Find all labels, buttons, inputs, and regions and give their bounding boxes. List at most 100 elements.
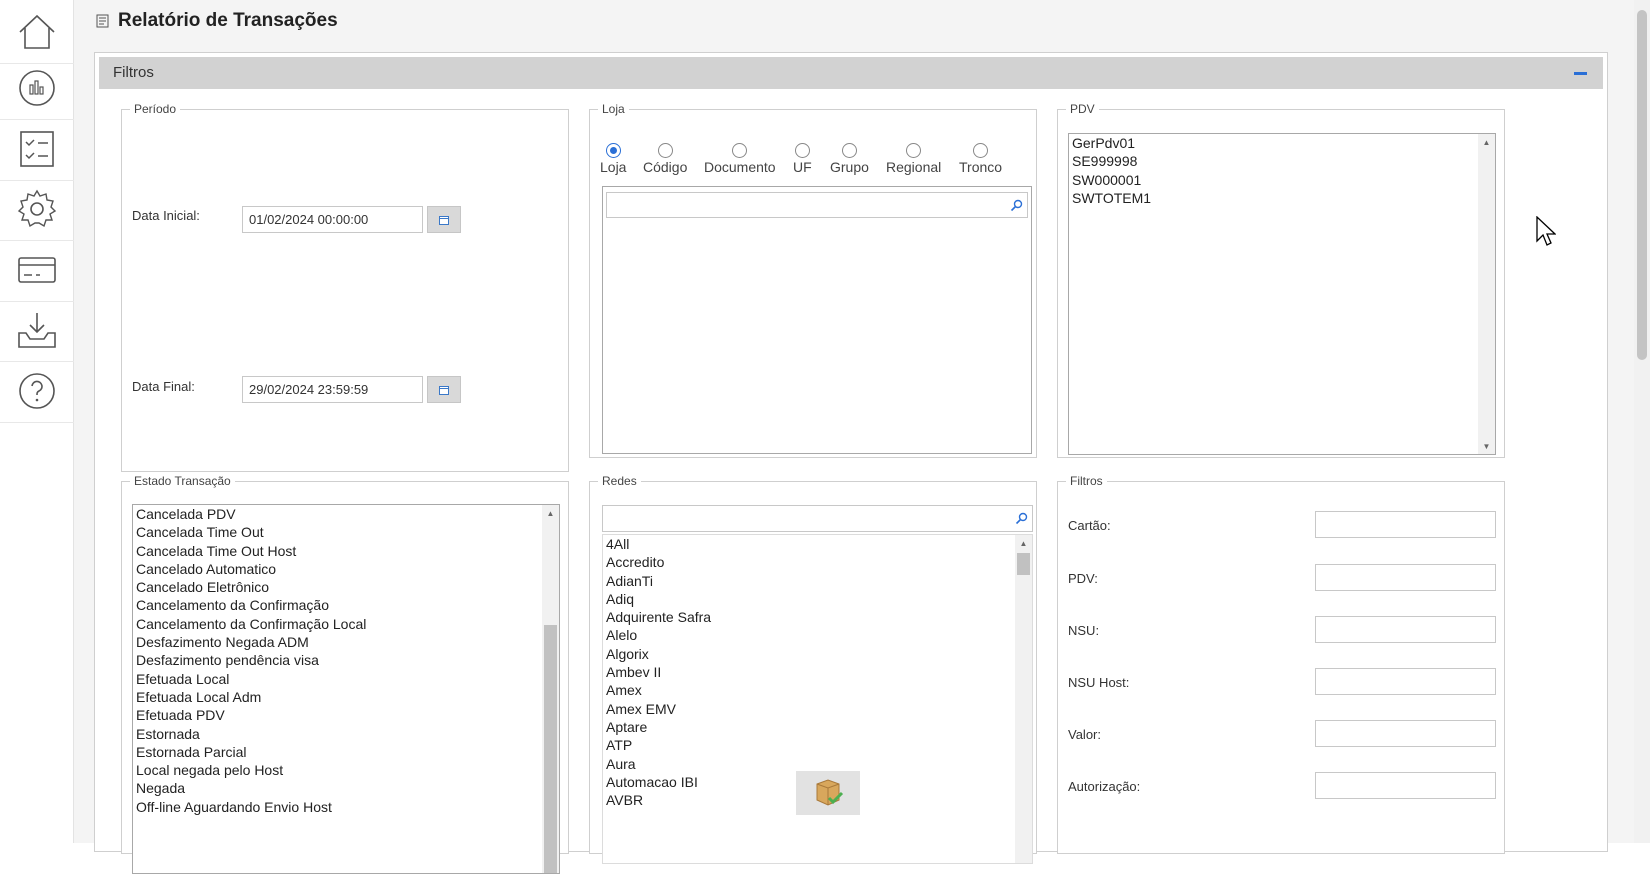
- data-final-calendar-button[interactable]: [427, 376, 461, 403]
- list-item[interactable]: Cancelada PDV: [133, 505, 559, 523]
- list-item[interactable]: SW000001: [1069, 171, 1495, 189]
- list-item[interactable]: Cancelado Eletrônico: [133, 578, 559, 596]
- gear-icon: [17, 189, 57, 227]
- list-item[interactable]: Ambev II: [603, 663, 1032, 681]
- list-item[interactable]: Cancelada Time Out: [133, 523, 559, 541]
- chart-icon: [19, 69, 55, 106]
- pdv-scrollbar[interactable]: ▲ ▼: [1478, 134, 1495, 454]
- search-icon[interactable]: [1015, 512, 1028, 525]
- list-item[interactable]: Efetuada Local Adm: [133, 688, 559, 706]
- collapse-icon[interactable]: [1574, 72, 1587, 75]
- nsu-host-input[interactable]: [1315, 668, 1496, 695]
- cartao-input[interactable]: [1315, 511, 1496, 538]
- filters-panel-header[interactable]: Filtros: [99, 57, 1603, 89]
- list-item[interactable]: Off-line Aguardando Envio Host: [133, 798, 559, 816]
- redes-scrollbar[interactable]: ▲: [1015, 535, 1032, 863]
- list-item[interactable]: Efetuada Local: [133, 670, 559, 688]
- calendar-icon: [439, 385, 449, 395]
- main-content: Relatório de Transações Filtros Período …: [74, 0, 1634, 874]
- list-item[interactable]: GerPdv01: [1069, 134, 1495, 152]
- list-item[interactable]: Estornada Parcial: [133, 743, 559, 761]
- data-inicial-calendar-button[interactable]: [427, 206, 461, 233]
- nav-settings[interactable]: [0, 177, 74, 241]
- radio-dot: [657, 143, 673, 158]
- valor-input[interactable]: [1315, 720, 1496, 747]
- card-icon: [18, 256, 56, 283]
- list-item[interactable]: Aptare: [603, 718, 1032, 736]
- list-item[interactable]: Adquirente Safra: [603, 608, 1032, 626]
- list-item[interactable]: AdianTi: [603, 572, 1032, 590]
- autorizacao-input[interactable]: [1315, 772, 1496, 799]
- radio-dot: [605, 143, 621, 158]
- pdv-filter-input[interactable]: [1315, 564, 1496, 591]
- list-item[interactable]: Estornada: [133, 725, 559, 743]
- list-item[interactable]: Cancelada Time Out Host: [133, 542, 559, 560]
- scroll-up-icon[interactable]: ▲: [542, 505, 559, 521]
- radio-uf[interactable]: UF: [793, 143, 812, 175]
- radio-label: Regional: [886, 159, 942, 175]
- loja-legend: Loja: [602, 102, 625, 116]
- loja-search: [606, 192, 1028, 218]
- list-item[interactable]: Amex EMV: [603, 700, 1032, 718]
- radio-label: Documento: [704, 159, 776, 175]
- redes-search-input[interactable]: [603, 506, 1032, 531]
- list-item[interactable]: Amex: [603, 681, 1032, 699]
- list-item[interactable]: Desfazimento pendência visa: [133, 651, 559, 669]
- page-scrollbar[interactable]: [1634, 0, 1650, 843]
- list-item[interactable]: Cancelado Automatico: [133, 560, 559, 578]
- list-item[interactable]: Cancelamento da Confirmação: [133, 596, 559, 614]
- radio-label: Loja: [600, 159, 627, 175]
- radio-tronco[interactable]: Tronco: [959, 143, 1002, 175]
- data-inicial-input[interactable]: [242, 206, 423, 233]
- estado-transacao-list[interactable]: Cancelada PDV Cancelada Time Out Cancela…: [132, 504, 560, 874]
- scroll-up-icon[interactable]: ▲: [1015, 535, 1032, 551]
- scroll-up-icon[interactable]: ▲: [1478, 134, 1495, 150]
- list-item[interactable]: SWTOTEM1: [1069, 189, 1495, 207]
- radio-label: Tronco: [959, 159, 1003, 175]
- mouse-cursor-icon: [1536, 216, 1556, 246]
- list-item[interactable]: Desfazimento Negada ADM: [133, 633, 559, 651]
- list-item[interactable]: Local negada pelo Host: [133, 761, 559, 779]
- loja-group: Loja Loja Código Documento UF Grupo Regi…: [589, 102, 1037, 458]
- nav-downloads[interactable]: [0, 298, 74, 362]
- nav-home[interactable]: [0, 0, 74, 64]
- radio-documento[interactable]: Documento: [704, 143, 776, 175]
- list-item[interactable]: ATP: [603, 736, 1032, 754]
- radio-codigo[interactable]: Código: [643, 143, 687, 175]
- list-item[interactable]: Efetuada PDV: [133, 706, 559, 724]
- loja-list[interactable]: [602, 186, 1032, 454]
- nav-charts[interactable]: [0, 56, 74, 120]
- loja-search-input[interactable]: [607, 193, 1027, 217]
- radio-grupo[interactable]: Grupo: [830, 143, 869, 175]
- nsu-input[interactable]: [1315, 616, 1496, 643]
- radio-regional[interactable]: Regional: [886, 143, 941, 175]
- radio-dot: [841, 143, 857, 158]
- list-item[interactable]: SE999998: [1069, 152, 1495, 170]
- list-item[interactable]: Negada: [133, 779, 559, 797]
- list-item[interactable]: 4All: [603, 535, 1032, 553]
- estado-transacao-scrollbar[interactable]: ▲: [542, 505, 559, 873]
- list-item[interactable]: Adiq: [603, 590, 1032, 608]
- estado-transacao-legend: Estado Transação: [134, 474, 231, 488]
- nav-checklist[interactable]: [0, 117, 74, 181]
- list-item[interactable]: Accredito: [603, 553, 1032, 571]
- data-final-input[interactable]: [242, 376, 423, 403]
- search-icon[interactable]: [1010, 199, 1023, 212]
- page-scroll-thumb[interactable]: [1637, 10, 1647, 360]
- nav-help[interactable]: [0, 359, 74, 423]
- nav-cards[interactable]: [0, 238, 74, 302]
- filters-panel-title: Filtros: [113, 64, 154, 81]
- scroll-thumb[interactable]: [544, 625, 557, 873]
- list-item[interactable]: Alelo: [603, 626, 1032, 644]
- estado-transacao-group: Estado Transação Cancelada PDV Cancelada…: [121, 474, 569, 874]
- radio-loja[interactable]: Loja: [600, 143, 626, 175]
- list-item[interactable]: Algorix: [603, 645, 1032, 663]
- scroll-down-icon[interactable]: ▼: [1478, 438, 1495, 454]
- list-item[interactable]: Cancelamento da Confirmação Local: [133, 615, 559, 633]
- scroll-thumb[interactable]: [1017, 553, 1030, 575]
- radio-label: Grupo: [830, 159, 869, 175]
- valor-label: Valor:: [1068, 727, 1101, 742]
- pdv-list[interactable]: GerPdv01 SE999998 SW000001 SWTOTEM1 ▲ ▼: [1068, 133, 1496, 455]
- package-icon: [796, 771, 860, 815]
- filtros-legend: Filtros: [1070, 474, 1103, 488]
